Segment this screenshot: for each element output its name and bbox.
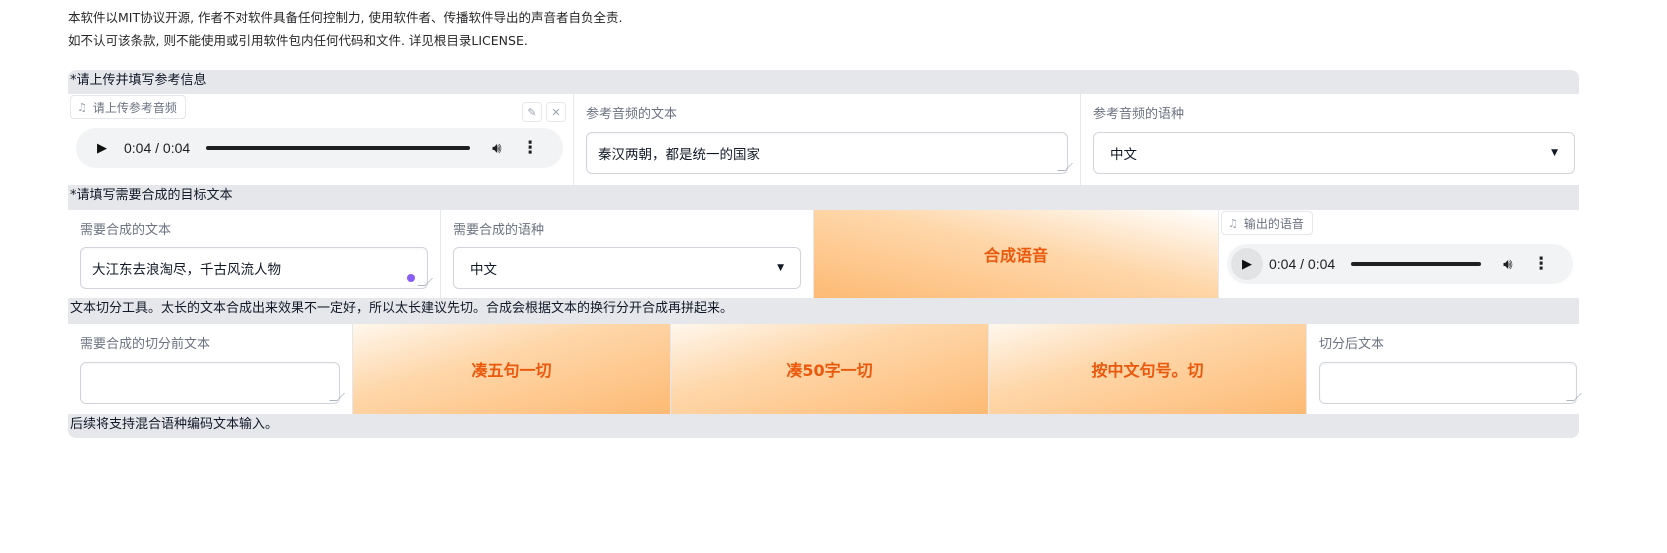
edit-audio-button[interactable]: ✎	[522, 102, 542, 122]
reference-language-value: 中文	[1110, 147, 1137, 163]
input-focus-indicator	[407, 274, 415, 282]
reference-language-select[interactable]: 中文 ▼	[1093, 132, 1575, 174]
split-output-textarea[interactable]	[1319, 362, 1582, 404]
split-input-textarea[interactable]	[80, 362, 345, 404]
play-icon: ▶	[1242, 256, 1252, 272]
footer-panel: 后续将支持混合语种编码文本输入。	[68, 414, 1579, 438]
audio-time: 0:04 / 0:04	[1269, 256, 1336, 272]
play-button[interactable]: ▶	[86, 132, 118, 164]
reference-info-panel: *请上传并填写参考信息 ♫ 请上传参考音频 ✎ ✕ ▶ 0:04 / 0:04 …	[68, 70, 1579, 185]
dropdown-caret-icon: ▼	[1551, 148, 1558, 158]
split-five-sentences-button[interactable]: 凑五句一切	[353, 324, 670, 414]
resize-handle[interactable]	[1057, 163, 1073, 171]
resize-handle[interactable]	[329, 393, 345, 401]
play-icon: ▶	[97, 140, 107, 156]
audio-time: 0:04 / 0:04	[124, 140, 191, 156]
reference-language-block: 参考音频的语种 中文 ▼	[1081, 94, 1579, 185]
splitter-section-label: 文本切分工具。太长的文本合成出来效果不一定好，所以太长建议先切。合成会根据文本的…	[70, 301, 734, 316]
footer-label: 后续将支持混合语种编码文本输入。	[70, 417, 279, 432]
more-vert-icon[interactable]: ⋮	[1533, 254, 1550, 274]
target-language-value: 中文	[470, 262, 497, 278]
text-splitter-panel: 文本切分工具。太长的文本合成出来效果不一定好，所以太长建议先切。合成会根据文本的…	[68, 298, 1582, 414]
output-audio-player[interactable]: ▶ 0:04 / 0:04 🔊︎ ⋮	[1227, 244, 1573, 284]
more-vert-icon[interactable]: ⋮	[522, 138, 539, 158]
split-input-label: 需要合成的切分前文本	[80, 337, 211, 352]
target-language-label: 需要合成的语种	[453, 223, 545, 238]
output-audio-block: ♫ 输出的语音 ▶ 0:04 / 0:04 🔊︎ ⋮	[1219, 210, 1579, 298]
play-button[interactable]: ▶	[1231, 248, 1263, 280]
target-text-block: 需要合成的文本 大江东去浪淘尽，千古风流人物	[68, 210, 440, 298]
split-fifty-chars-button[interactable]: 凑50字一切	[671, 324, 988, 414]
music-note-icon: ♫	[1228, 216, 1238, 230]
reference-text-label: 参考音频的文本	[586, 107, 678, 122]
split-output-block: 切分后文本	[1307, 324, 1582, 414]
split-output-label: 切分后文本	[1319, 337, 1385, 352]
target-text-label: 需要合成的文本	[80, 223, 172, 238]
reference-audio-label: ♫ 请上传参考音频	[70, 95, 186, 119]
close-icon: ✕	[551, 105, 561, 119]
reference-text-input[interactable]: 秦汉两朝，都是统一的国家	[586, 132, 1073, 174]
target-text-input[interactable]: 大江东去浪淘尽，千古风流人物	[80, 247, 433, 289]
music-note-icon: ♫	[77, 100, 87, 114]
audio-progress-bar[interactable]	[1351, 262, 1482, 266]
audio-progress-bar[interactable]	[206, 146, 471, 150]
reference-audio-block: ♫ 请上传参考音频 ✎ ✕ ▶ 0:04 / 0:04 🔊︎ ⋮	[68, 94, 573, 185]
synthesize-button[interactable]: 合成语音	[814, 210, 1218, 298]
target-text-value: 大江东去浪淘尽，千古风流人物	[92, 262, 281, 278]
split-input-block: 需要合成的切分前文本	[68, 324, 352, 414]
target-section-label: *请填写需要合成的目标文本	[70, 188, 233, 203]
reference-text-block: 参考音频的文本 秦汉两朝，都是统一的国家	[574, 94, 1080, 185]
reference-text-value: 秦汉两朝，都是统一的国家	[598, 147, 760, 163]
reference-section-label: *请上传并填写参考信息	[70, 73, 207, 88]
split-by-period-button[interactable]: 按中文句号。切	[989, 324, 1306, 414]
dropdown-caret-icon: ▼	[777, 263, 784, 273]
resize-handle[interactable]	[417, 278, 433, 286]
reference-audio-player[interactable]: ▶ 0:04 / 0:04 🔊︎ ⋮	[76, 128, 563, 168]
resize-handle[interactable]	[1566, 393, 1582, 401]
license-notice-line-2: 如不认可该条款, 则不能使用或引用软件包内任何代码和文件. 详见根目录LICEN…	[68, 33, 528, 48]
volume-icon[interactable]: 🔊︎	[492, 139, 501, 157]
license-notice-line-1: 本软件以MIT协议开源, 作者不对软件具备任何控制力, 使用软件者、传播软件导出…	[68, 10, 623, 25]
edit-icon: ✎	[527, 105, 537, 119]
target-language-block: 需要合成的语种 中文 ▼	[441, 210, 813, 298]
clear-audio-button[interactable]: ✕	[546, 102, 566, 122]
output-audio-label: ♫ 输出的语音	[1221, 211, 1313, 235]
volume-icon[interactable]: 🔊︎	[1503, 255, 1512, 273]
target-text-panel: *请填写需要合成的目标文本 需要合成的文本 大江东去浪淘尽，千古风流人物 需要合…	[68, 185, 1579, 298]
reference-language-label: 参考音频的语种	[1093, 107, 1185, 122]
target-language-select[interactable]: 中文 ▼	[453, 247, 801, 289]
